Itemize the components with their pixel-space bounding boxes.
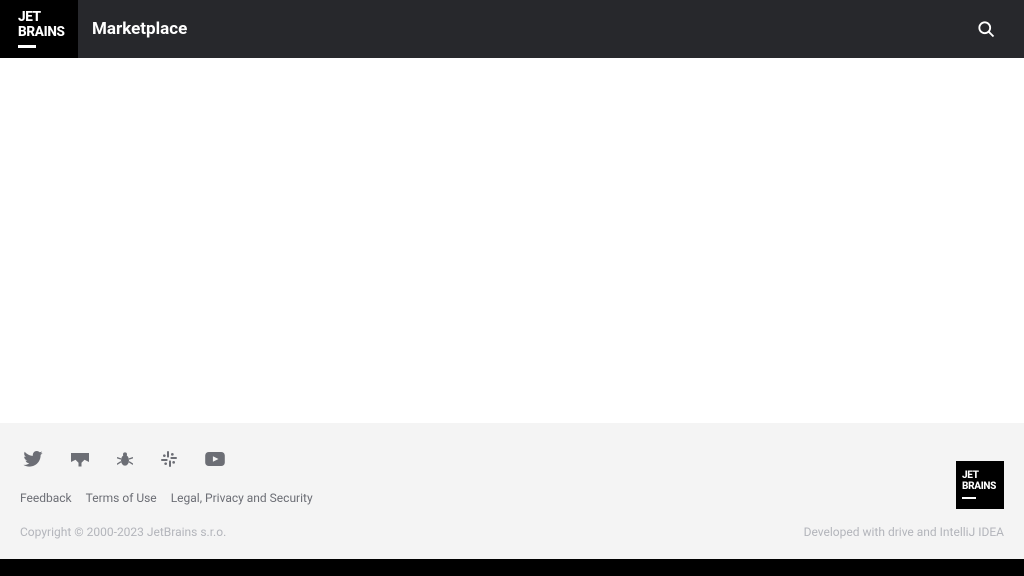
footer-links: Feedback Terms of Use Legal, Privacy and…	[20, 491, 1004, 505]
footer-bottom: Copyright © 2000-2023 JetBrains s.r.o. D…	[20, 525, 1004, 539]
terms-link[interactable]: Terms of Use	[86, 491, 157, 505]
footer-jetbrains-logo[interactable]: JET BRAINS	[956, 461, 1004, 509]
feedback-link[interactable]: Feedback	[20, 491, 72, 505]
footer-logo-underline	[962, 497, 976, 499]
footer-logo-line1: JET	[962, 471, 979, 482]
tagline-text: Developed with drive and IntelliJ IDEA	[804, 525, 1004, 539]
slack-icon[interactable]	[161, 451, 177, 467]
bug-icon[interactable]	[117, 451, 133, 467]
header: JET BRAINS Marketplace	[0, 0, 1024, 58]
legal-link[interactable]: Legal, Privacy and Security	[171, 491, 313, 505]
bottom-bar	[0, 559, 1024, 576]
copyright-text: Copyright © 2000-2023 JetBrains s.r.o.	[20, 525, 226, 539]
logo-underline	[18, 45, 36, 48]
youtube-icon[interactable]	[205, 452, 225, 466]
footer-logo-line2: BRAINS	[962, 482, 996, 493]
page-title[interactable]: Marketplace	[92, 19, 187, 39]
social-links	[20, 451, 1004, 467]
search-icon[interactable]	[976, 19, 996, 39]
jetbrains-logo[interactable]: JET BRAINS	[0, 0, 78, 58]
logo-line2: BRAINS	[18, 25, 65, 39]
main-content	[0, 58, 1024, 423]
footer: JET BRAINS Feedback Terms of Use Legal, …	[0, 423, 1024, 559]
logo-line1: JET	[18, 10, 41, 24]
blog-icon[interactable]	[71, 451, 89, 467]
twitter-icon[interactable]	[23, 451, 43, 467]
